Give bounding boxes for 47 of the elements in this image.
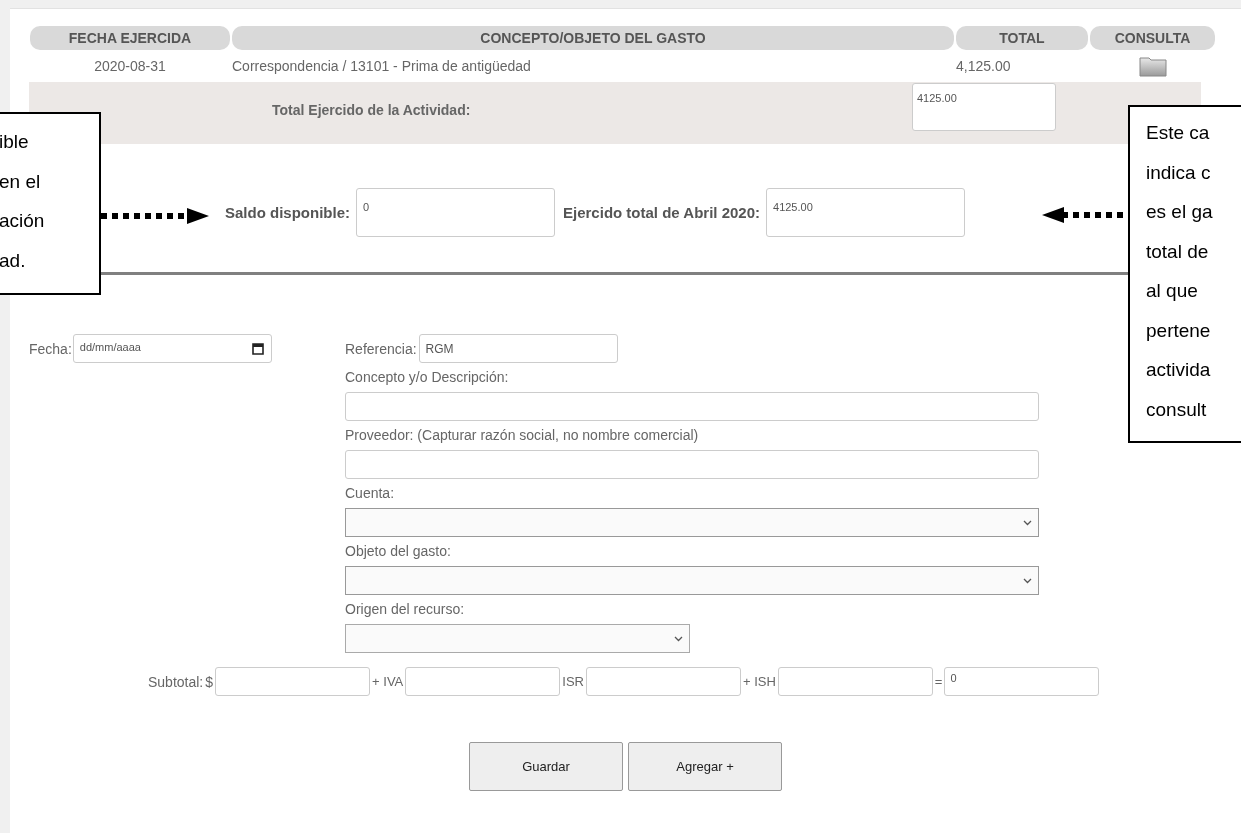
input-field[interactable]: [345, 450, 1039, 479]
field-label: Concepto y/o Descripción:: [345, 369, 510, 386]
dropdown[interactable]: [345, 624, 690, 653]
total-field[interactable]: 4125.00: [912, 83, 1056, 131]
folder-icon[interactable]: [1138, 55, 1167, 77]
form-button[interactable]: Guardar: [469, 742, 623, 791]
total-label: Total Ejercido de la Actividad:: [272, 102, 472, 118]
input-field[interactable]: [405, 667, 561, 696]
dropdown[interactable]: [345, 566, 1039, 595]
chevron-down-icon: [1023, 577, 1032, 584]
callout-text: Este ca indica c es el ga total de al que pertene activida consult: [1128, 105, 1241, 443]
chevron-down-icon: [1023, 519, 1032, 526]
input-field[interactable]: [345, 392, 1039, 421]
form-button[interactable]: Agregar +: [628, 742, 782, 791]
field-label: Subtotal:: [148, 673, 204, 690]
table-cell-text: 4,125.00: [956, 58, 1012, 74]
dropdown[interactable]: [345, 508, 1039, 537]
field-label: + IVA: [372, 674, 404, 689]
field-label: Objeto del gasto:: [345, 543, 452, 560]
field-label: Origen del recurso:: [345, 601, 466, 618]
input-field[interactable]: RGM: [418, 334, 618, 363]
column-header: CONCEPTO/OBJETO DEL GASTO: [232, 26, 954, 50]
callout-text: ible en el ación ad.: [0, 112, 101, 295]
input-field[interactable]: 0: [944, 667, 1100, 696]
input-field[interactable]: 4125.00: [766, 188, 965, 237]
calendar-icon[interactable]: [251, 342, 264, 355]
input-field[interactable]: [585, 667, 741, 696]
field-label: Saldo disponible:: [225, 204, 350, 221]
field-label: Referencia:: [345, 340, 417, 357]
input-field[interactable]: [777, 667, 933, 696]
chevron-down-icon: [674, 635, 683, 642]
input-field[interactable]: 0: [356, 188, 555, 237]
date-field[interactable]: dd/mm/aaaa: [72, 334, 272, 363]
column-header: FECHA EJERCIDA: [30, 26, 230, 50]
field-label: Fecha:: [29, 340, 72, 357]
column-header: CONSULTA: [1090, 26, 1215, 50]
field-label: ISR: [562, 674, 584, 689]
input-field[interactable]: [215, 667, 371, 696]
field-label: Proveedor: (Capturar razón social, no nombre comercial): [345, 427, 700, 444]
field-label: =: [934, 674, 943, 689]
column-header: TOTAL: [956, 26, 1088, 50]
field-label: Ejercido total de Abril 2020:: [563, 204, 760, 221]
table-cell-text: Correspondencia / 13101 - Prima de antigüedad: [232, 58, 532, 74]
field-label: Cuenta:: [345, 485, 396, 502]
table-cell-text: 2020-08-31: [93, 58, 167, 74]
field-label: + ISH: [742, 674, 776, 689]
currency-sign: $: [205, 673, 214, 690]
